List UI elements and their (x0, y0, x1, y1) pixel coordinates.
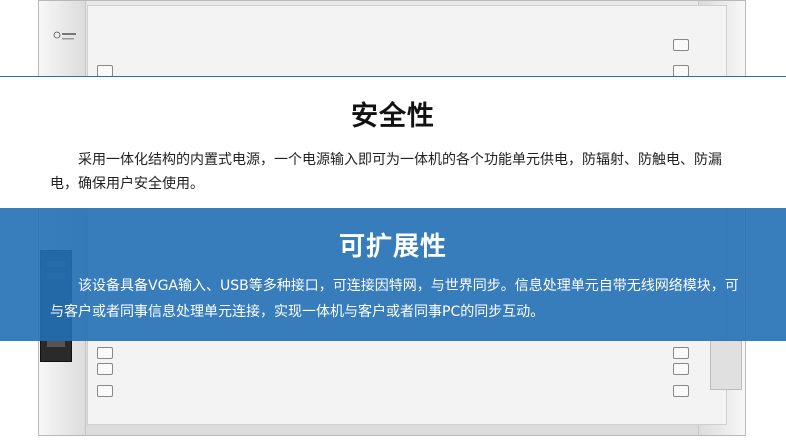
expandability-title: 可扩展性 (338, 232, 447, 262)
bezel-button-icon (673, 347, 689, 359)
logo-icon (53, 31, 76, 40)
bezel-button-icon (673, 385, 689, 397)
bezel-button-icon (97, 363, 113, 375)
bezel-button-icon (97, 347, 113, 359)
safety-title: 安全性 (351, 101, 435, 132)
bezel-button-icon (673, 363, 689, 375)
safety-description: 采用一体化结构的内置式电源，一个电源输入即可为一体机的各个功能单元供电，防辐射、… (50, 152, 722, 192)
port-icon (47, 341, 65, 347)
expandability-description: 该设备具备VGA输入、USB等多种接口，可连接因特网，与世界同步。信息处理单元自… (50, 278, 739, 320)
bezel-button-icon (97, 385, 113, 397)
bezel-button-icon (673, 39, 689, 51)
spec-label-plate (710, 340, 742, 390)
brand-logo (52, 30, 78, 44)
